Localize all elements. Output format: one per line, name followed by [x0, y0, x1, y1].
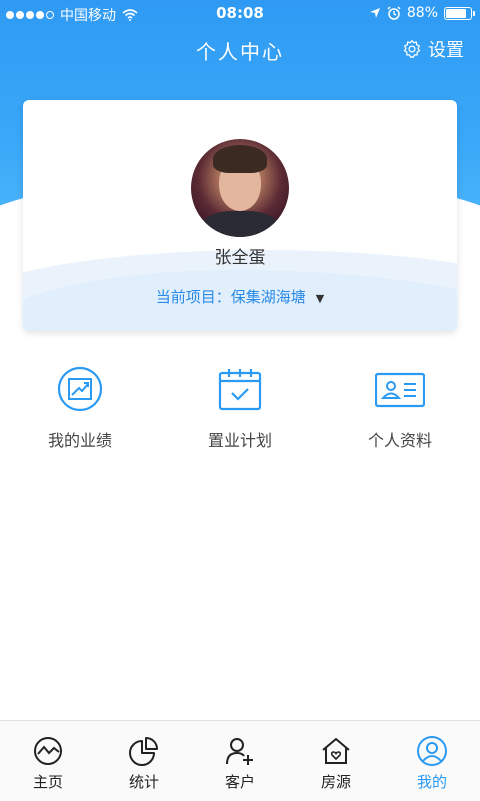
location-arrow-icon [369, 8, 380, 18]
quick-action-profile[interactable]: 个人资料 [320, 365, 480, 451]
tab-mine[interactable]: 我的 [384, 721, 480, 801]
home-trend-icon [34, 737, 62, 765]
dropdown-arrow-icon: ▼ [315, 292, 325, 305]
tab-label: 我的 [416, 773, 447, 791]
settings-button[interactable]: 设置 [402, 36, 464, 62]
avatar[interactable] [191, 139, 289, 237]
quick-action-plan[interactable]: 置业计划 [160, 365, 320, 451]
house-heart-icon [322, 738, 350, 764]
tab-label: 统计 [128, 773, 159, 791]
add-user-icon [226, 738, 253, 765]
settings-label: 设置 [428, 40, 464, 61]
battery-icon [444, 6, 475, 20]
project-name: 保集湖海塘 [230, 288, 306, 306]
id-card-icon [375, 372, 425, 408]
tab-customers[interactable]: 客户 [192, 721, 288, 801]
project-prefix: 当前项目： [155, 288, 231, 306]
tab-bar: 主页 统计 客户 房源 我的 [0, 720, 480, 801]
status-right: 88% [369, 5, 475, 21]
quick-action-label: 我的业绩 [47, 431, 112, 450]
profile-card: 张全蛋 当前项目：保集湖海塘 ▼ [23, 100, 457, 331]
battery-percent: 88% [406, 5, 438, 21]
quick-actions: 我的业绩 置业计划 个人资料 [0, 365, 480, 451]
chart-trend-icon [57, 366, 103, 412]
profile-icon [417, 736, 447, 766]
gear-icon [403, 40, 421, 58]
quick-action-label: 置业计划 [207, 431, 272, 450]
tab-listings[interactable]: 房源 [288, 721, 384, 801]
tab-home[interactable]: 主页 [0, 721, 96, 801]
pie-chart-icon [129, 737, 158, 766]
calendar-check-icon [218, 369, 262, 411]
quick-action-performance[interactable]: 我的业绩 [0, 365, 160, 451]
quick-action-label: 个人资料 [367, 431, 432, 450]
tab-label: 主页 [32, 773, 63, 791]
status-bar: 中国移动 08:08 88% [0, 0, 480, 28]
alarm-icon [387, 6, 401, 20]
project-selector[interactable]: 当前项目：保集湖海塘 ▼ [23, 286, 457, 307]
tab-label: 客户 [224, 773, 255, 791]
tab-label: 房源 [320, 773, 351, 791]
user-name: 张全蛋 [214, 248, 266, 268]
tab-stats[interactable]: 统计 [96, 721, 192, 801]
